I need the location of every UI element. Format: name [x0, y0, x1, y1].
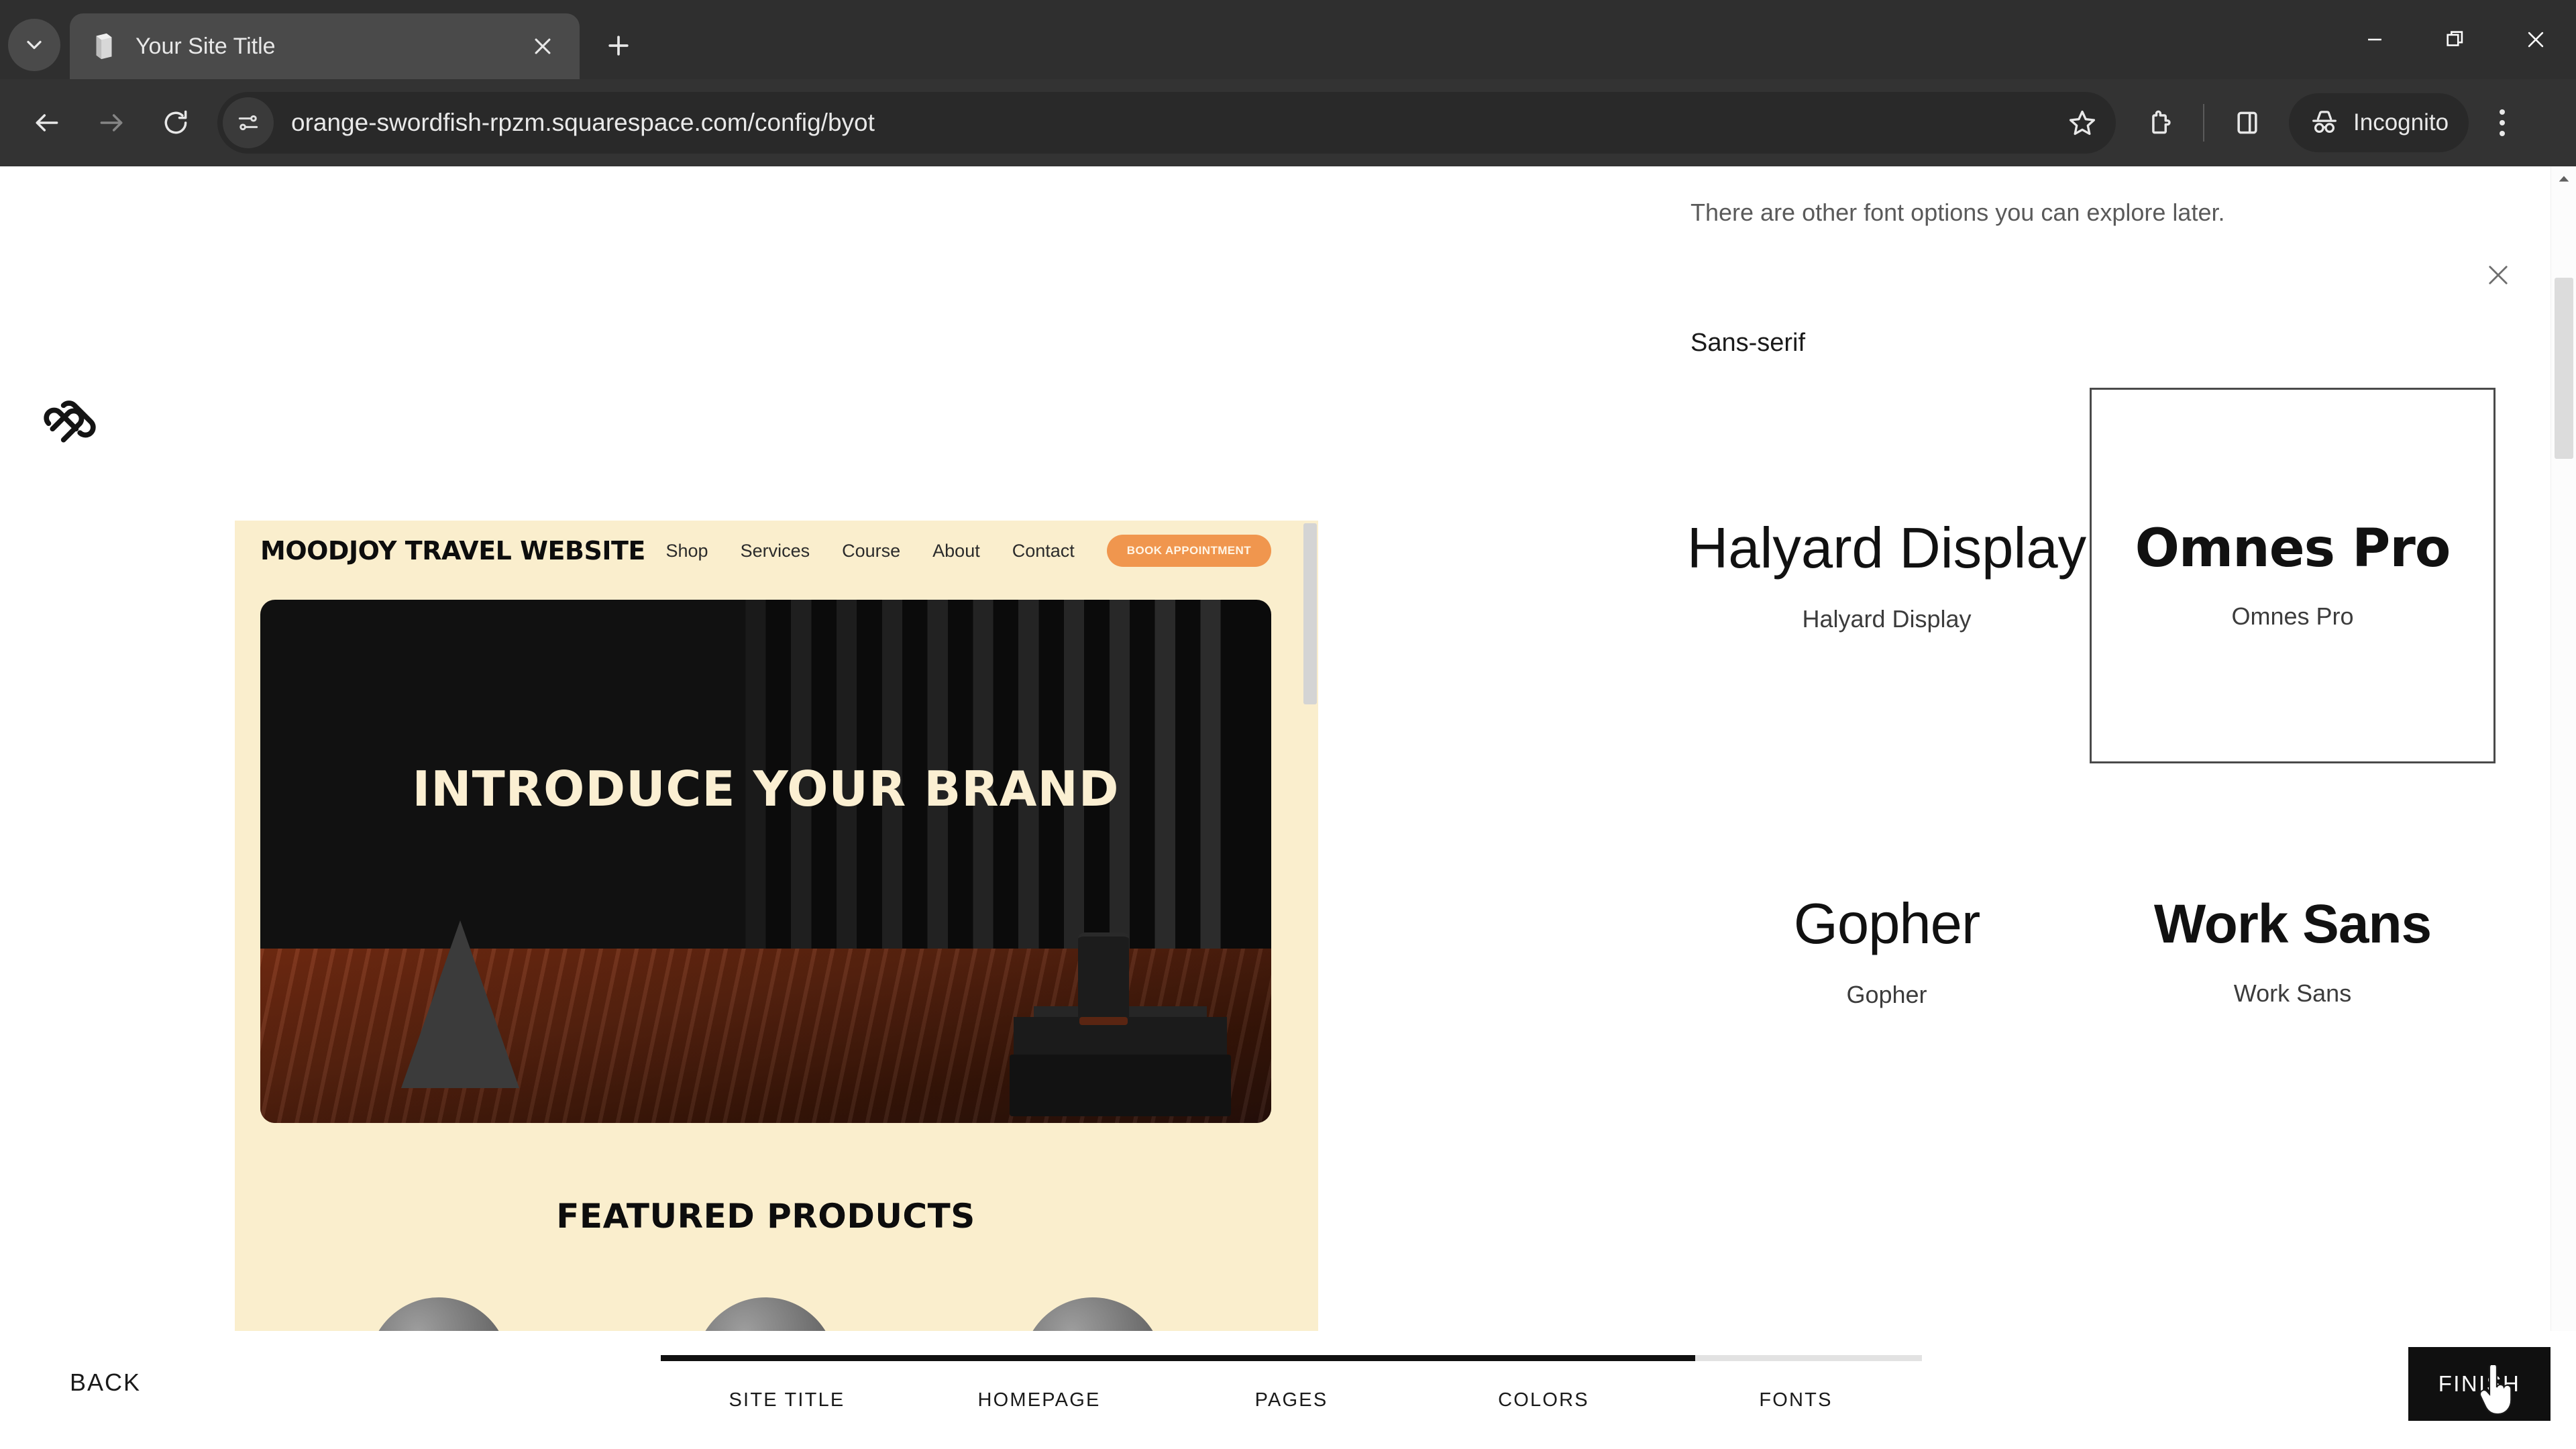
incognito-indicator[interactable]: Incognito: [2289, 93, 2469, 152]
hero-pyramid-object: [401, 920, 519, 1088]
preview-nav-shop[interactable]: Shop: [666, 541, 708, 561]
tab-search-button[interactable]: [8, 19, 60, 71]
restore-icon: [2447, 31, 2463, 46]
chevron-down-icon: [27, 40, 42, 50]
side-panel-button[interactable]: [2215, 91, 2279, 155]
browser-menu-button[interactable]: [2475, 91, 2529, 155]
plus-icon: [608, 36, 629, 56]
page-viewport: MOODJOY TRAVEL WEBSITE Shop Services Cou…: [0, 166, 2576, 1449]
extensions-button[interactable]: [2128, 91, 2192, 155]
tab-strip: Your Site Title: [0, 0, 2576, 79]
bookmark-button[interactable]: [2053, 93, 2112, 152]
font-card-gopher[interactable]: Gopher Gopher: [1684, 763, 2090, 1139]
reload-icon: [164, 110, 187, 134]
step-labels: SITE TITLE HOMEPAGE PAGES COLORS FONTS: [661, 1389, 1922, 1411]
preview-content: MOODJOY TRAVEL WEBSITE Shop Services Cou…: [235, 521, 1297, 1438]
squarespace-logo-icon: [32, 385, 107, 460]
chevron-up-icon: [2559, 176, 2569, 182]
arrow-right-icon: [100, 114, 123, 131]
preview-featured-heading: FEATURED PRODUCTS: [556, 1197, 975, 1236]
preview-scrollbar[interactable]: [1302, 521, 1318, 1442]
minimize-icon: [2368, 38, 2381, 41]
font-name-label: Halyard Display: [1802, 604, 1972, 633]
preview-nav-course[interactable]: Course: [842, 541, 900, 561]
font-picker-panel: There are other font options you can exp…: [1644, 166, 2551, 1449]
extensions-icon: [2152, 110, 2171, 134]
font-options-grid: Halyard Display Halyard Display Omnes Pr…: [1684, 388, 2496, 1139]
window-controls: [2334, 0, 2576, 79]
preview-nav-services[interactable]: Services: [741, 541, 810, 561]
tab-title: Your Site Title: [136, 33, 276, 59]
hero-cup-object: [1078, 932, 1129, 1025]
panel-section-title: Sans-serif: [1690, 329, 1806, 357]
wizard-footer: BACK SITE TITLE HOMEPAGE PAGES COLORS FO…: [0, 1331, 2576, 1449]
font-sample-text: Halyard Display: [1686, 517, 2087, 581]
close-icon: [2528, 32, 2544, 48]
step-site-title[interactable]: SITE TITLE: [661, 1389, 913, 1411]
site-preview-frame[interactable]: MOODJOY TRAVEL WEBSITE Shop Services Cou…: [235, 521, 1318, 1442]
close-window-button[interactable]: [2496, 0, 2576, 79]
forward-button[interactable]: [79, 91, 144, 155]
page-scrollbar[interactable]: [2551, 166, 2576, 1449]
preview-hero-title: INTRODUCE YOUR BRAND: [412, 761, 1120, 817]
preview-nav: Shop Services Course About Contact BOOK …: [666, 535, 1271, 567]
step-homepage[interactable]: HOMEPAGE: [913, 1389, 1165, 1411]
page-icon: [89, 31, 119, 62]
step-fonts[interactable]: FONTS: [1670, 1389, 1922, 1411]
preview-nav-about[interactable]: About: [932, 541, 980, 561]
hero-boxes-object: [1010, 1055, 1231, 1116]
browser-toolbar: orange-swordfish-rpzm.squarespace.com/co…: [0, 79, 2576, 166]
preview-brand: MOODJOY TRAVEL WEBSITE: [260, 536, 645, 566]
tab-close-button[interactable]: [525, 28, 561, 64]
page-scrollbar-thumb[interactable]: [2555, 278, 2573, 459]
font-sample-text: Omnes Pro: [2135, 518, 2451, 579]
preview-site-header: MOODJOY TRAVEL WEBSITE Shop Services Cou…: [235, 521, 1297, 581]
preview-book-appointment-button[interactable]: BOOK APPOINTMENT: [1106, 535, 1271, 567]
finish-button[interactable]: FINISH: [2408, 1347, 2551, 1421]
preview-scrollbar-thumb[interactable]: [1303, 523, 1317, 704]
step-pages[interactable]: PAGES: [1165, 1389, 1417, 1411]
progress-track: [661, 1355, 1922, 1361]
font-card-work-sans[interactable]: Work Sans Work Sans: [2090, 763, 2496, 1139]
preview-nav-contact[interactable]: Contact: [1012, 541, 1075, 561]
site-settings-icon[interactable]: [223, 97, 274, 148]
panel-note: There are other font options you can exp…: [1690, 199, 2225, 226]
wizard-stepper: SITE TITLE HOMEPAGE PAGES COLORS FONTS: [661, 1355, 1922, 1411]
incognito-icon: [2312, 111, 2337, 133]
minimize-button[interactable]: [2334, 0, 2415, 79]
address-bar[interactable]: orange-swordfish-rpzm.squarespace.com/co…: [217, 92, 2116, 154]
font-card-omnes-pro[interactable]: Omnes Pro Omnes Pro: [2090, 388, 2496, 763]
toolbar-divider: [2203, 104, 2204, 142]
url-text: orange-swordfish-rpzm.squarespace.com/co…: [291, 109, 875, 136]
preview-hero: INTRODUCE YOUR BRAND: [260, 600, 1271, 1123]
progress-fill: [661, 1355, 1695, 1361]
scroll-up-button[interactable]: [2551, 166, 2576, 192]
close-icon: [535, 38, 551, 54]
font-sample-text: Work Sans: [2153, 893, 2432, 955]
browser-tab[interactable]: Your Site Title: [70, 13, 580, 79]
back-button-wizard[interactable]: BACK: [70, 1368, 141, 1397]
incognito-label: Incognito: [2353, 109, 2449, 136]
new-tab-button[interactable]: [594, 21, 643, 70]
font-sample-text: Gopher: [1793, 892, 1981, 957]
step-colors[interactable]: COLORS: [1417, 1389, 1670, 1411]
font-name-label: Omnes Pro: [2231, 602, 2354, 631]
browser-window: Your Site Title orange-swordfish-rpzm.sq…: [0, 0, 2576, 1449]
star-icon: [2069, 110, 2096, 136]
kebab-menu-icon: [2500, 109, 2506, 115]
maximize-button[interactable]: [2415, 0, 2496, 79]
reload-button[interactable]: [144, 91, 208, 155]
font-card-halyard-display[interactable]: Halyard Display Halyard Display: [1684, 388, 2090, 763]
side-panel-icon: [2237, 111, 2257, 134]
font-name-label: Gopher: [1846, 980, 1927, 1008]
back-button[interactable]: [15, 91, 79, 155]
font-name-label: Work Sans: [2233, 979, 2352, 1008]
panel-close-button[interactable]: [2477, 254, 2520, 297]
close-icon: [2489, 266, 2508, 284]
arrow-left-icon: [36, 114, 58, 131]
